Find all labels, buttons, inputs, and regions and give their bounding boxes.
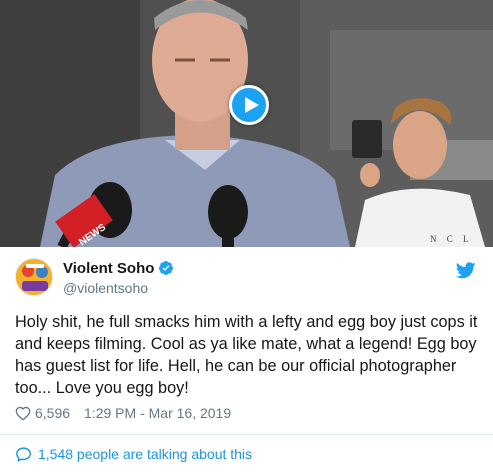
verified-badge-icon (159, 261, 174, 275)
conversation-label[interactable]: 1,548 people are talking about this (38, 446, 252, 462)
tweet-card: NEWS N C L Violent Soho @violentsoho Hol… (0, 0, 493, 472)
author-display-name[interactable]: Violent Soho (63, 260, 154, 277)
shirt-text: N C L (430, 234, 473, 244)
play-icon (245, 97, 259, 113)
tweet-meta: 6,596 1:29 PM - Mar 16, 2019 (15, 404, 231, 422)
tweet-text: Holy shit, he full smacks him with a lef… (15, 313, 478, 397)
heart-icon[interactable] (15, 405, 31, 421)
author-name-row[interactable]: Violent Soho (63, 260, 174, 278)
chat-bubble-icon (16, 446, 31, 462)
phone (352, 120, 382, 158)
author-block: Violent Soho @violentsoho (63, 260, 174, 297)
twitter-bird-icon[interactable] (456, 262, 476, 279)
play-button[interactable] (229, 85, 269, 125)
conversation-link[interactable]: 1,548 people are talking about this (15, 444, 252, 464)
divider (0, 434, 493, 435)
like-count[interactable]: 6,596 (35, 405, 70, 421)
video-thumbnail[interactable]: NEWS N C L (0, 0, 493, 247)
avatar-illustration (16, 259, 52, 295)
author-handle[interactable]: @violentsoho (63, 279, 174, 297)
avatar[interactable] (15, 258, 53, 296)
tweet-header: Violent Soho @violentsoho (15, 256, 478, 302)
tweet-timestamp[interactable]: 1:29 PM - Mar 16, 2019 (84, 405, 231, 421)
